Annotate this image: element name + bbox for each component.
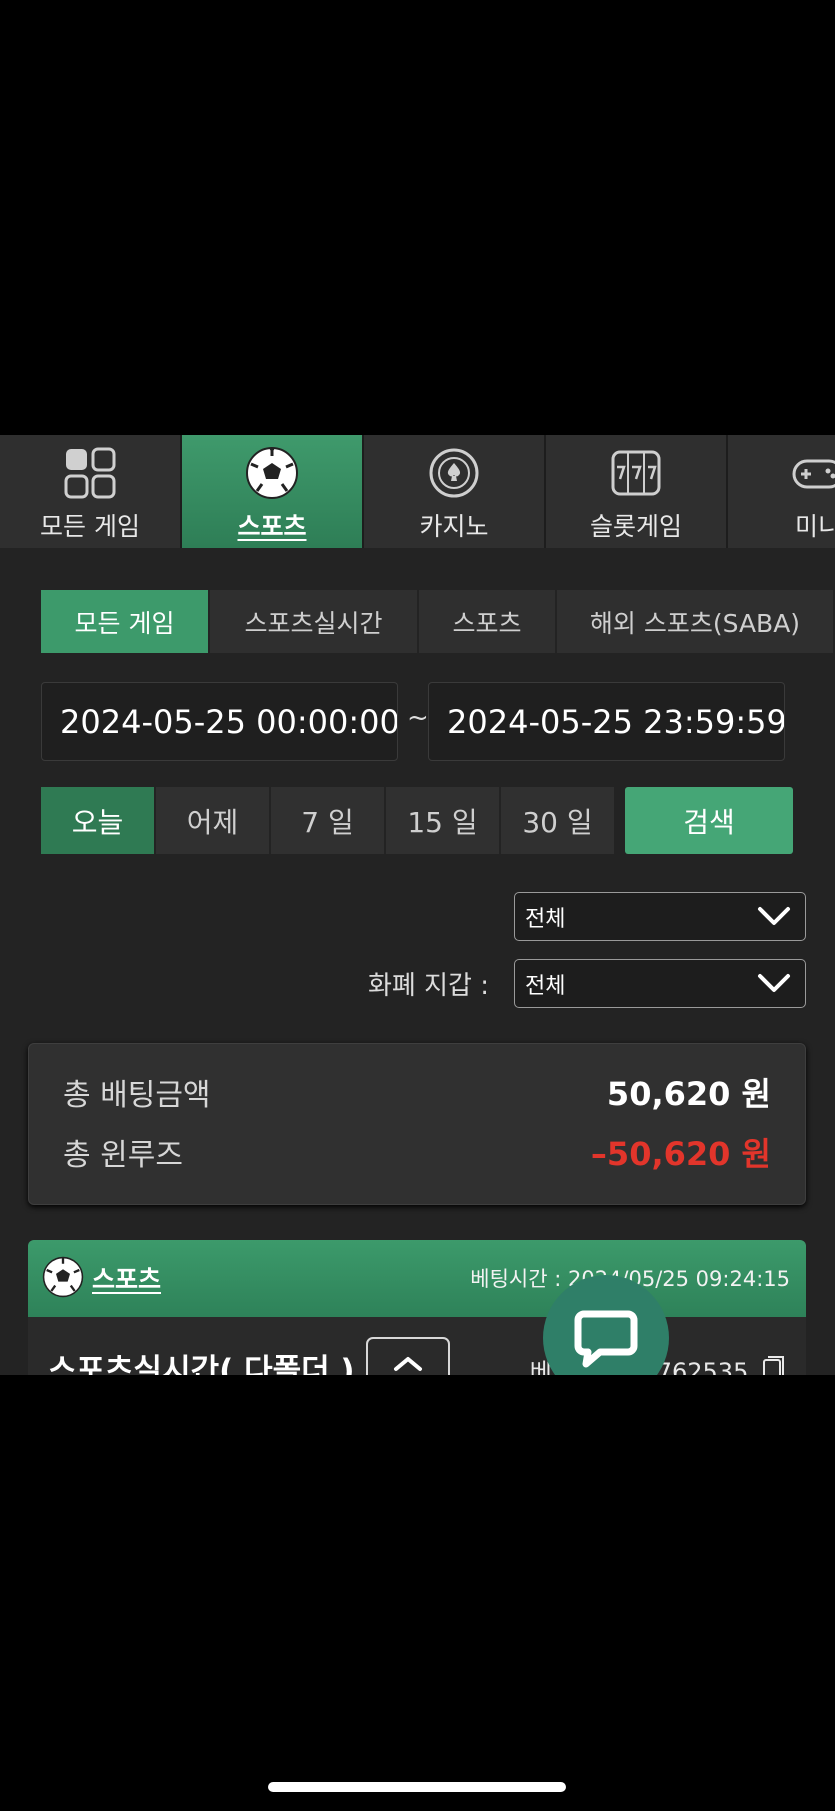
chevron-down-icon: [758, 974, 790, 992]
collapse-button[interactable]: [366, 1337, 450, 1375]
soccer-ball-icon: [42, 1256, 84, 1298]
bet-card-category: 스포츠: [92, 1265, 162, 1294]
tab-sports[interactable]: 스포츠: [419, 590, 557, 653]
category-slots[interactable]: 슬롯게임: [546, 435, 728, 548]
grid-icon: [62, 445, 118, 501]
period-yesterday-button[interactable]: 어제: [156, 787, 271, 854]
bet-card: 스포츠 베팅시간 : 2024/05/25 09:24:15 스포츠실시간( 다…: [28, 1240, 806, 1375]
period-today-button[interactable]: 오늘: [41, 787, 156, 854]
total-winloss-value: –50,620 원: [590, 1135, 771, 1173]
category-casino[interactable]: 카지노: [364, 435, 546, 548]
start-date-input[interactable]: 2024-05-25 00:00:00: [41, 682, 398, 761]
end-date-input[interactable]: 2024-05-25 23:59:59: [428, 682, 785, 761]
period-buttons: 오늘 어제 7 일 15 일 30 일: [41, 787, 616, 854]
tab-all-games[interactable]: 모든 게임: [41, 590, 210, 653]
category-label: 슬롯게임: [589, 512, 682, 541]
app-screen: 모든 게임 스포츠 카지노 슬롯게임 미니 모든 게임 스포츠실시간 스포츠 해…: [0, 435, 835, 1375]
slot-machine-icon: [608, 445, 664, 501]
total-bet-value: 50,620 원: [606, 1075, 771, 1113]
gamepad-icon: [790, 445, 835, 501]
category-label: 모든 게임: [40, 512, 140, 541]
chevron-up-icon: [394, 1357, 422, 1371]
category-nav: 모든 게임 스포츠 카지노 슬롯게임 미니: [0, 435, 835, 548]
chat-bubble-icon: [574, 1310, 638, 1368]
wallet-select-value: 전체: [525, 973, 566, 999]
wallet-label: 화폐 지갑 :: [368, 971, 489, 1001]
total-winloss-row: 총 윈루즈 –50,620 원: [63, 1132, 771, 1173]
total-winloss-label: 총 윈루즈: [63, 1138, 183, 1173]
type-select[interactable]: 전체: [514, 892, 806, 941]
category-label: 미니: [794, 512, 835, 541]
period-15-days-button[interactable]: 15 일: [386, 787, 501, 854]
soccer-ball-icon: [244, 445, 300, 501]
bet-title: 스포츠실시간( 다폴더 ): [48, 1353, 355, 1375]
bet-card-header: 스포츠 베팅시간 : 2024/05/25 09:24:15: [28, 1240, 806, 1317]
home-indicator[interactable]: [268, 1782, 566, 1792]
tab-overseas-sports-saba[interactable]: 해외 스포츠(SABA): [557, 590, 835, 653]
copy-icon[interactable]: [762, 1356, 786, 1375]
total-bet-row: 총 배팅금액 50,620 원: [63, 1072, 771, 1113]
tab-sports-live[interactable]: 스포츠실시간: [210, 590, 419, 653]
game-type-tabs: 모든 게임 스포츠실시간 스포츠 해외 스포츠(SABA): [41, 590, 835, 653]
type-select-value: 전체: [525, 906, 566, 932]
casino-chip-icon: [426, 445, 482, 501]
wallet-select[interactable]: 전체: [514, 959, 806, 1008]
bet-summary-box: 총 배팅금액 50,620 원 총 윈루즈 –50,620 원: [28, 1043, 806, 1205]
category-mini[interactable]: 미니: [728, 435, 835, 548]
category-label: 스포츠: [237, 512, 307, 541]
chevron-down-icon: [758, 907, 790, 925]
date-separator: ~: [407, 703, 429, 733]
search-button[interactable]: 검색: [625, 787, 793, 854]
total-bet-label: 총 배팅금액: [63, 1078, 211, 1113]
category-sports[interactable]: 스포츠: [182, 435, 364, 548]
category-all-games[interactable]: 모든 게임: [0, 435, 182, 548]
period-7-days-button[interactable]: 7 일: [271, 787, 386, 854]
category-label: 카지노: [419, 512, 489, 541]
period-30-days-button[interactable]: 30 일: [501, 787, 616, 854]
